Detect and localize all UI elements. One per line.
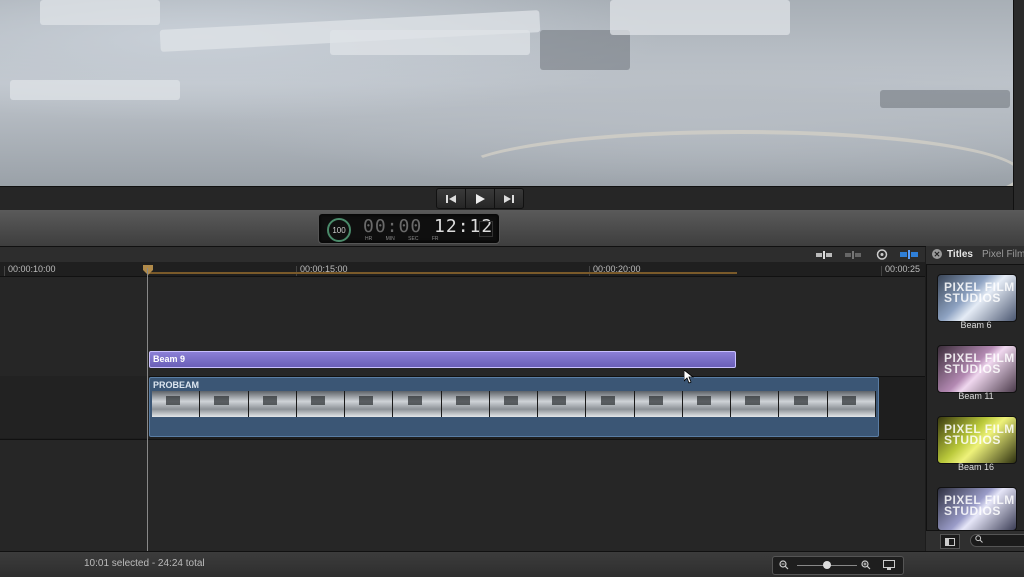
snapping-icon[interactable] — [900, 249, 918, 260]
filmstrip-frame — [441, 391, 490, 417]
filmstrip-frame — [200, 391, 249, 417]
browser-title: Titles — [947, 249, 973, 260]
debris-shape — [10, 80, 180, 100]
skip-back-icon[interactable] — [437, 189, 466, 208]
zoom-out-icon[interactable] — [779, 560, 789, 570]
filmstrip — [152, 391, 876, 417]
ruler-tick — [4, 266, 5, 276]
timecode-hr-min: 00:00 — [363, 216, 423, 237]
ruler-label: 00:00:25 — [885, 264, 921, 274]
viewer-side-strip — [1013, 0, 1024, 210]
search-field[interactable] — [970, 534, 1024, 547]
toolbar — [0, 210, 1024, 247]
filmstrip-frame — [634, 391, 683, 417]
clip-appearance-icon[interactable] — [815, 249, 833, 260]
title-clip-label: Beam 9 — [153, 354, 186, 364]
filmstrip-frame — [248, 391, 297, 417]
ruler-label: 00:00:10:00 — [8, 264, 56, 274]
filmstrip-frame — [489, 391, 539, 417]
ruler-tick — [589, 266, 590, 276]
transport-controls — [436, 188, 524, 209]
timecode-units: HR MIN SEC FR — [365, 236, 439, 242]
debris-shape — [540, 30, 630, 70]
selection-range-bar — [149, 272, 737, 274]
zoom-slider-knob[interactable] — [823, 561, 831, 569]
ruler-tick — [296, 266, 297, 276]
title-thumbnail[interactable]: PIXEL FILM STUDIOS — [937, 274, 1017, 322]
filmstrip-frame — [345, 391, 394, 417]
debris-shape — [610, 0, 790, 35]
debris-shape — [40, 0, 160, 25]
filmstrip-frame — [731, 391, 780, 417]
thumbnail-brand: PIXEL FILM STUDIOS — [944, 280, 1015, 305]
viewer-canvas[interactable] — [0, 0, 1013, 186]
search-icon — [975, 535, 983, 543]
browser-category[interactable]: Pixel Film — [982, 249, 1024, 260]
close-icon[interactable]: ✕ — [932, 249, 942, 259]
title-clip[interactable]: Beam 9 — [149, 351, 736, 368]
timecode-display[interactable]: 100 00:00 12:12 HR MIN SEC FR — [318, 213, 500, 244]
debris-shape — [880, 90, 1010, 108]
solo-icon[interactable] — [873, 249, 891, 260]
timeline-toolbar — [0, 247, 925, 262]
playhead-handle[interactable] — [143, 262, 153, 275]
filmstrip-frame — [779, 391, 828, 417]
skip-forward-icon[interactable] — [495, 189, 523, 208]
thumbnail-label: Beam 6 — [960, 320, 992, 330]
zoom-control — [772, 556, 904, 575]
show-hide-sidebar-icon[interactable] — [940, 534, 960, 549]
thumbnail-brand: PIXEL FILM STUDIOS — [944, 351, 1015, 376]
timecode-extra — [479, 221, 493, 237]
timeline-ruler[interactable] — [0, 262, 925, 277]
percent-indicator: 100 — [327, 218, 351, 242]
filmstrip-frame — [296, 391, 346, 417]
filmstrip-frame — [827, 391, 876, 417]
mouse-cursor-icon — [683, 369, 695, 384]
video-clip-label: PROBEAM — [153, 380, 200, 390]
filmstrip-frame — [538, 391, 587, 417]
thumbnail-label: Beam 16 — [957, 462, 995, 472]
zoom-in-icon[interactable] — [861, 560, 871, 570]
timecode-digits: 00:00 12:12 — [363, 216, 493, 237]
thumbnail-label: Beam 11 — [958, 391, 994, 401]
title-thumbnail[interactable]: PIXEL FILM STUDIOS — [937, 345, 1017, 393]
thumbnail-brand: PIXEL FILM STUDIOS — [944, 493, 1015, 518]
debris-shape — [330, 30, 530, 55]
filmstrip-frame — [586, 391, 635, 417]
filmstrip-frame — [393, 391, 442, 417]
title-thumbnail[interactable]: PIXEL FILM STUDIOS — [937, 487, 1017, 531]
video-clip[interactable]: PROBEAM — [149, 377, 879, 437]
play-icon[interactable] — [466, 189, 495, 208]
filmstrip-frame — [152, 391, 201, 417]
thumbnail-brand: PIXEL FILM STUDIOS — [944, 422, 1015, 447]
skimming-icon[interactable] — [844, 249, 862, 260]
ruler-tick — [881, 266, 882, 276]
filmstrip-frame — [682, 391, 732, 417]
storyline-gap — [0, 376, 149, 438]
playhead-line[interactable] — [147, 268, 148, 551]
selection-status: 10:01 selected - 24:24 total — [84, 558, 205, 569]
clip-appearance-settings-icon[interactable] — [883, 560, 895, 570]
title-thumbnail[interactable]: PIXEL FILM STUDIOS — [937, 416, 1017, 464]
hose-shape — [455, 130, 1013, 186]
